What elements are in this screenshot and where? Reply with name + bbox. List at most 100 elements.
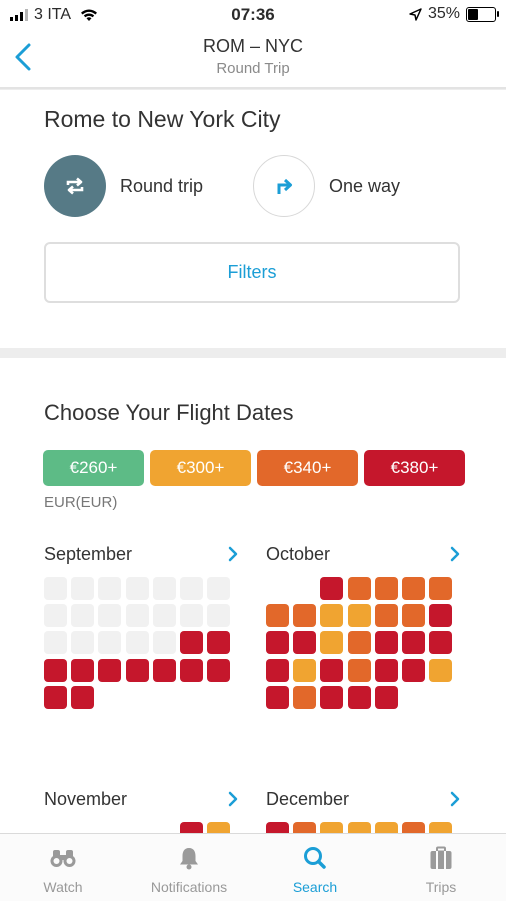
calendar-day[interactable] [347, 604, 371, 628]
calendar-day[interactable] [429, 604, 453, 628]
calendar-day[interactable] [293, 604, 317, 628]
calendar-day[interactable] [347, 658, 371, 682]
round-trip-button[interactable] [44, 155, 106, 217]
chevron-right-icon[interactable] [227, 791, 239, 807]
status-right: 35% [409, 5, 499, 23]
calendar-day[interactable] [266, 658, 289, 682]
calendar-day[interactable] [374, 577, 398, 600]
calendar-day-unavailable[interactable] [152, 604, 176, 628]
chevron-right-icon[interactable] [227, 546, 239, 562]
calendar-day[interactable] [374, 604, 398, 628]
calendar-day-unavailable[interactable] [152, 631, 176, 655]
calendar-day-unavailable[interactable] [44, 631, 67, 655]
calendar-day[interactable] [320, 685, 344, 709]
calendar-day[interactable] [293, 631, 317, 655]
round-trip-icon [66, 177, 84, 195]
calendar-day[interactable] [71, 658, 95, 682]
calendar-day-unavailable[interactable] [71, 631, 95, 655]
price-legend: €260+ €300+ €340+ €380+ [43, 450, 465, 486]
calendar-day[interactable] [44, 685, 67, 709]
calendar-grid [266, 577, 453, 709]
section-title: Choose Your Flight Dates [44, 400, 294, 425]
nav-bar: ROM – NYC Round Trip [0, 30, 506, 89]
calendar-day[interactable] [71, 685, 95, 709]
calendar-day-unavailable[interactable] [98, 604, 122, 628]
calendar-day[interactable] [374, 658, 398, 682]
status-bar: 3 ITA 07:36 35% [0, 0, 506, 30]
tab-trips[interactable]: Trips [378, 834, 504, 901]
calendar-day-unavailable[interactable] [152, 577, 176, 600]
tab-bar: Watch Notifications Search Trips [0, 833, 506, 901]
calendar-day-unavailable[interactable] [125, 631, 149, 655]
calendar-day-unavailable[interactable] [125, 604, 149, 628]
calendar-day[interactable] [429, 577, 453, 600]
calendar-day-unavailable[interactable] [98, 631, 122, 655]
calendar-day[interactable] [266, 604, 289, 628]
calendar-day[interactable] [429, 631, 453, 655]
tab-label: Notifications [150, 879, 228, 895]
month-name: December [266, 789, 350, 809]
calendar-day-unavailable[interactable] [179, 604, 203, 628]
calendar-day-unavailable[interactable] [98, 577, 122, 600]
calendar-day[interactable] [293, 685, 317, 709]
price-tier-300: €300+ [150, 450, 251, 486]
calendar-day[interactable] [179, 658, 203, 682]
bell-icon [180, 848, 198, 870]
price-tier-380: €380+ [364, 450, 465, 486]
calendar-day-unavailable[interactable] [207, 577, 231, 600]
tab-label: Trips [425, 879, 457, 895]
calendar-day[interactable] [320, 658, 344, 682]
calendar-day[interactable] [207, 631, 231, 655]
calendar-day-unavailable[interactable] [125, 577, 149, 600]
calendar-day[interactable] [429, 658, 453, 682]
calendar-day[interactable] [401, 658, 425, 682]
calendar-day[interactable] [207, 658, 231, 682]
calendar-day[interactable] [266, 631, 289, 655]
price-tier-260: €260+ [43, 450, 144, 486]
calendar-day-unavailable[interactable] [71, 604, 95, 628]
chevron-right-icon[interactable] [449, 546, 461, 562]
month-november: November [44, 789, 239, 834]
battery-percent: 35% [427, 5, 460, 22]
calendar-spacer [266, 577, 289, 600]
calendar-day[interactable] [320, 577, 344, 600]
month-september: September [44, 544, 239, 709]
calendar-day[interactable] [401, 631, 425, 655]
calendar-day-unavailable[interactable] [207, 604, 231, 628]
one-way-button[interactable] [253, 155, 315, 217]
battery-icon [466, 6, 499, 22]
month-october: October [266, 544, 461, 709]
calendar-day[interactable] [347, 631, 371, 655]
calendar-day-unavailable[interactable] [44, 577, 67, 600]
calendar-day[interactable] [374, 631, 398, 655]
calendar-day-unavailable[interactable] [44, 604, 67, 628]
one-way-arrow-icon [277, 178, 292, 194]
calendar-day[interactable] [401, 604, 425, 628]
month-name: October [266, 544, 331, 564]
calendar-day[interactable] [266, 685, 289, 709]
filters-button[interactable]: Filters [44, 242, 460, 303]
calendar-spacer [293, 577, 316, 600]
calendar-grid [44, 577, 231, 709]
calendar-day[interactable] [152, 658, 176, 682]
one-way-option[interactable]: One way [253, 155, 400, 217]
calendar-day[interactable] [374, 685, 398, 709]
round-trip-option[interactable]: Round trip [44, 155, 203, 217]
calendar-day-unavailable[interactable] [71, 577, 95, 600]
calendar-day[interactable] [347, 577, 371, 600]
calendar-day[interactable] [179, 631, 203, 655]
calendar-day-unavailable[interactable] [179, 577, 203, 600]
calendar-day[interactable] [125, 658, 149, 682]
calendar-day[interactable] [320, 631, 344, 655]
tab-search[interactable]: Search [252, 834, 378, 901]
tab-label: Watch [43, 879, 83, 895]
calendar-day[interactable] [320, 604, 344, 628]
calendar-day[interactable] [98, 658, 122, 682]
tab-notifications[interactable]: Notifications [126, 834, 252, 901]
chevron-right-icon[interactable] [449, 791, 461, 807]
calendar-day[interactable] [347, 685, 371, 709]
calendar-day[interactable] [293, 658, 317, 682]
calendar-day[interactable] [44, 658, 67, 682]
tab-watch[interactable]: Watch [0, 834, 126, 901]
calendar-day[interactable] [401, 577, 425, 600]
